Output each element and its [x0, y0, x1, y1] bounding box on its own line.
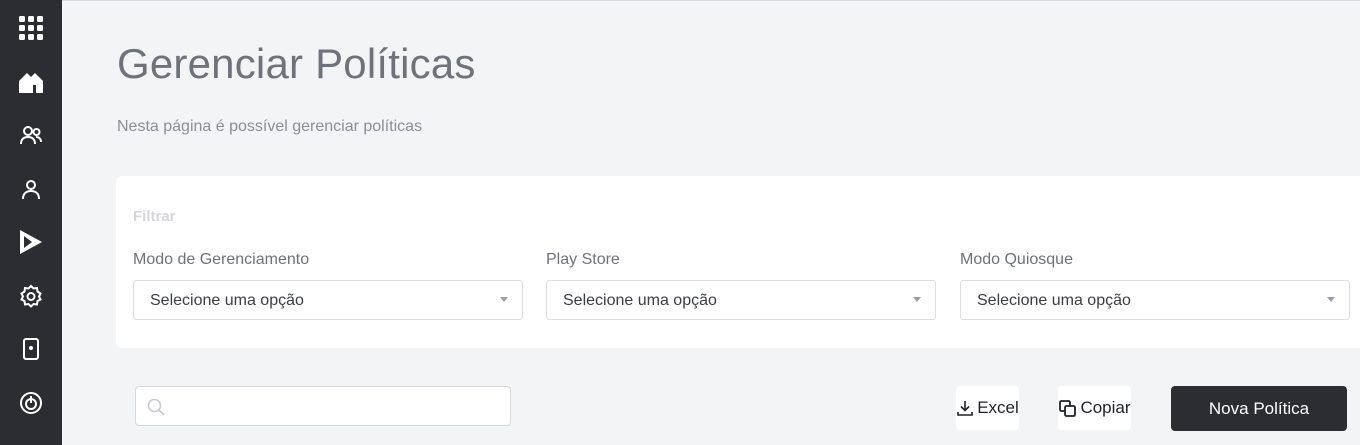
chevron-down-icon	[500, 297, 508, 302]
sidebar-item-apps[interactable]	[0, 8, 62, 48]
copy-button[interactable]: Copiar	[1058, 386, 1131, 430]
copy-label: Copiar	[1080, 398, 1131, 417]
sidebar-item-home[interactable]	[0, 62, 62, 102]
top-divider	[62, 0, 1360, 1]
sidebar-item-devices[interactable]	[0, 329, 62, 369]
management-mode-value: Selecione uma opção	[150, 292, 304, 309]
download-icon	[957, 401, 974, 416]
sidebar	[0, 0, 62, 445]
sidebar-item-settings[interactable]	[0, 276, 62, 316]
sidebar-item-users[interactable]	[0, 115, 62, 155]
kiosk-mode-value: Selecione uma opção	[977, 292, 1131, 309]
management-mode-select[interactable]: Selecione uma opção	[133, 280, 523, 320]
device-icon	[23, 338, 39, 360]
play-store-value: Selecione uma opção	[563, 292, 717, 309]
sidebar-item-play-store[interactable]	[0, 222, 62, 262]
filter-title: Filtrar	[133, 208, 176, 225]
sidebar-item-user[interactable]	[0, 169, 62, 209]
excel-label: Excel	[977, 398, 1019, 417]
management-mode-label: Modo de Gerenciamento	[133, 251, 310, 268]
kiosk-mode-label: Modo Quiosque	[960, 251, 1073, 268]
filter-card: Filtrar Modo de Gerenciamento Selecione …	[116, 176, 1360, 348]
sidebar-item-power[interactable]	[0, 383, 62, 423]
search-input[interactable]	[135, 386, 511, 426]
play-store-icon	[20, 230, 42, 254]
copy-icon	[1059, 399, 1077, 417]
kiosk-mode-select[interactable]: Selecione uma opção	[960, 280, 1350, 320]
new-policy-button[interactable]: Nova Política	[1171, 386, 1347, 431]
play-store-label: Play Store	[546, 251, 620, 268]
export-excel-button[interactable]: Excel	[956, 386, 1019, 430]
chevron-down-icon	[913, 297, 921, 302]
user-icon	[22, 180, 40, 200]
apps-grid-icon	[19, 16, 43, 40]
users-icon	[20, 126, 42, 145]
power-icon	[20, 392, 42, 414]
page-subtitle: Nesta página é possível gerenciar políti…	[117, 118, 423, 135]
settings-icon	[20, 284, 42, 308]
search-icon	[147, 398, 165, 416]
play-store-select[interactable]: Selecione uma opção	[546, 280, 936, 320]
page-title: Gerenciar Políticas	[117, 40, 476, 87]
chevron-down-icon	[1327, 297, 1335, 302]
home-icon	[19, 73, 43, 93]
